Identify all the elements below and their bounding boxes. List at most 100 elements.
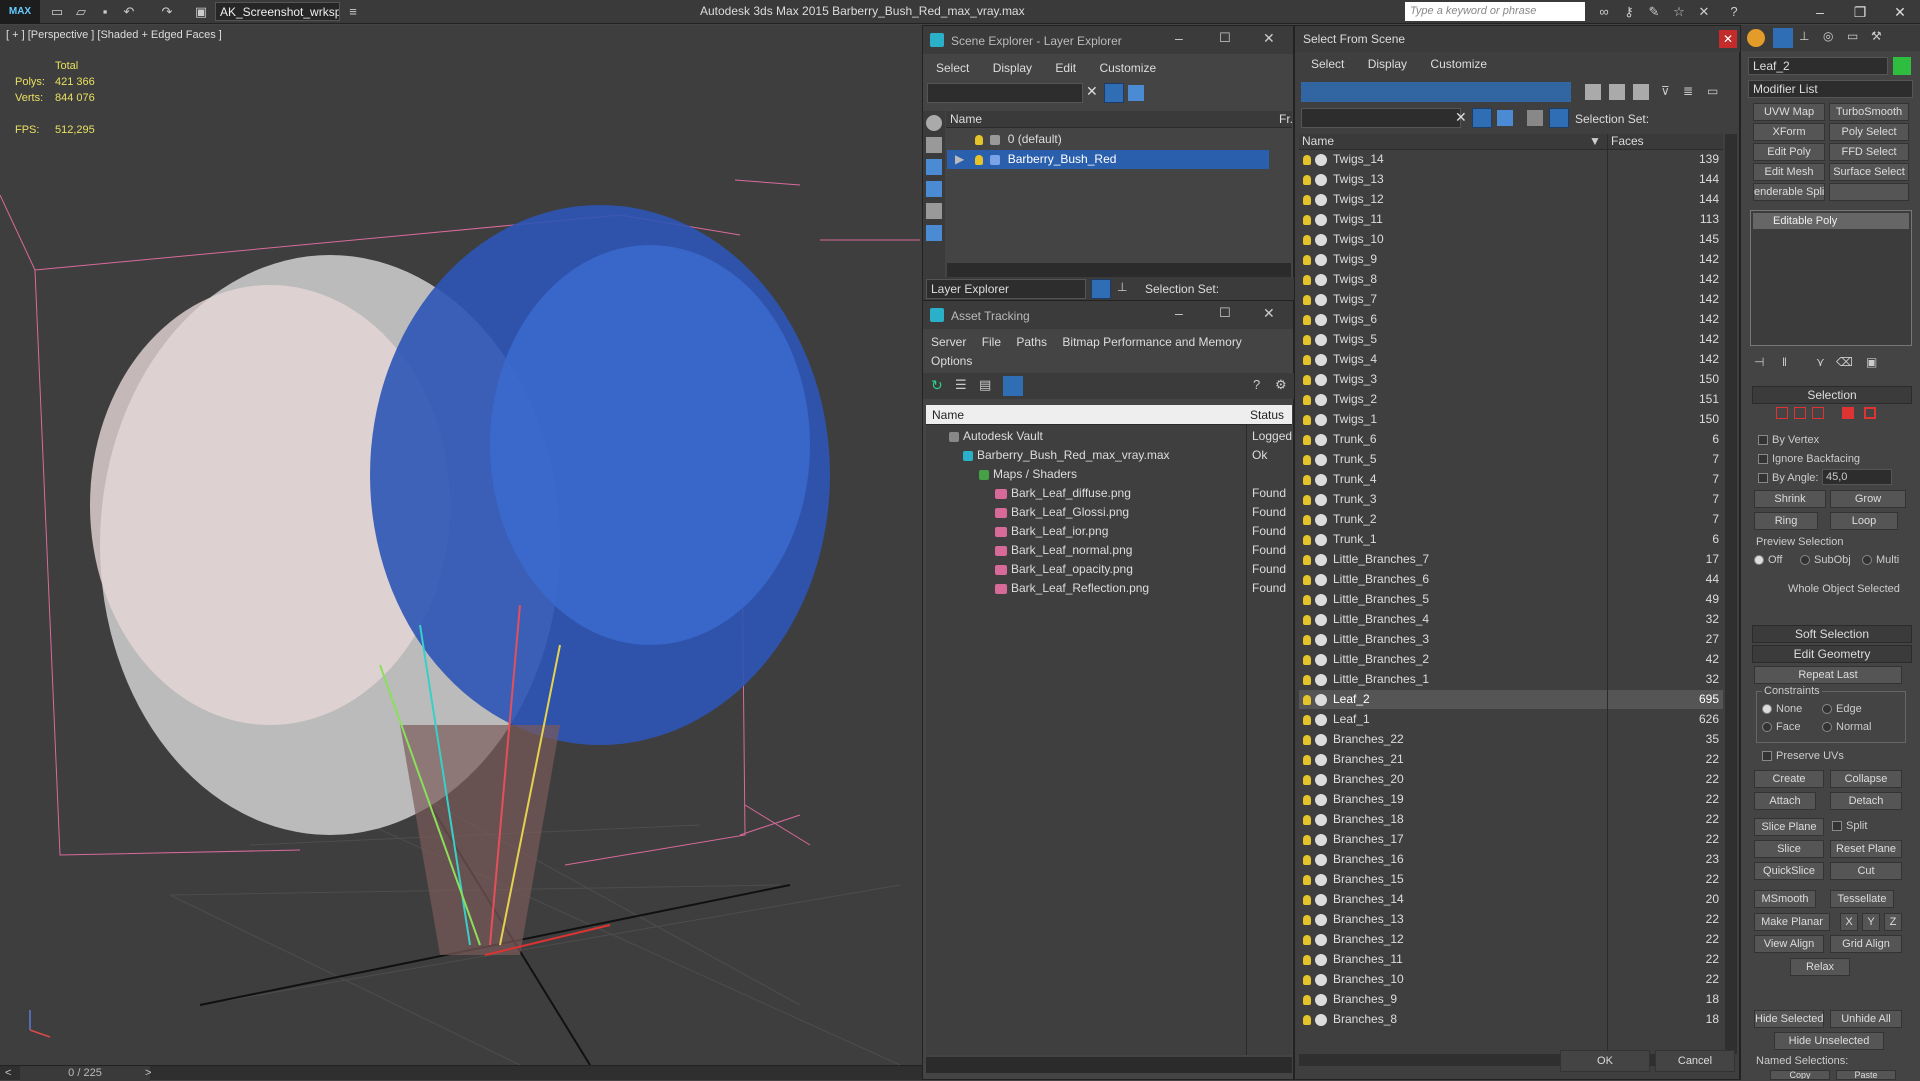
collapse-icon[interactable]: ▭ <box>1707 84 1718 98</box>
col-name[interactable]: Name <box>950 112 982 126</box>
menu-select[interactable]: Select <box>1311 57 1344 71</box>
menu-icon[interactable]: ≡ <box>344 3 362 21</box>
col-status[interactable]: Status <box>1250 405 1284 425</box>
slice-plane-button[interactable]: Slice Plane <box>1754 818 1824 836</box>
create-tab-icon[interactable] <box>1747 29 1765 47</box>
object-row[interactable]: Branches_8 18 <box>1299 1010 1723 1029</box>
light-bulb-icon[interactable] <box>1303 654 1311 665</box>
loop-button[interactable]: Loop <box>1830 512 1898 530</box>
close-icon[interactable]: ✕ <box>1880 2 1920 22</box>
slice-button[interactable]: Slice <box>1754 840 1824 858</box>
soft-selection-rollout[interactable]: Soft Selection <box>1752 625 1912 643</box>
app-logo[interactable]: MAX <box>0 0 40 24</box>
object-row[interactable]: Twigs_4 142 <box>1299 350 1723 369</box>
col-faces[interactable]: Faces <box>1611 134 1644 149</box>
new-file-icon[interactable]: ▭ <box>48 3 66 21</box>
light-bulb-icon[interactable] <box>1303 814 1311 825</box>
object-row[interactable]: Little_Branches_5 49 <box>1299 590 1723 609</box>
filter-icon[interactable]: ⊽ <box>1661 84 1670 98</box>
angle-spinner[interactable]: 45,0 <box>1822 469 1892 485</box>
detach-button[interactable]: Detach <box>1830 792 1902 810</box>
light-bulb-icon[interactable] <box>1303 214 1311 225</box>
remove-modifier-icon[interactable]: ⌫ <box>1836 355 1853 369</box>
light-bulb-icon[interactable] <box>1303 614 1311 625</box>
filter-options-icon[interactable]: ≣ <box>1683 84 1693 98</box>
empty-modifier-button[interactable] <box>1829 183 1909 201</box>
preview-multi-radio[interactable]: Multi <box>1862 554 1899 566</box>
binoculars-icon[interactable]: ∞ <box>1595 3 1613 21</box>
light-bulb-icon[interactable] <box>1303 174 1311 185</box>
light-bulb-icon[interactable] <box>1303 294 1311 305</box>
asset-row[interactable]: Autodesk Vault <box>949 427 1269 446</box>
object-name-field[interactable]: Leaf_2 <box>1748 57 1888 75</box>
wrench-icon[interactable]: ✎ <box>1645 3 1663 21</box>
ffd-select-button[interactable]: FFD Select <box>1829 143 1909 161</box>
object-row[interactable]: Little_Branches_3 27 <box>1299 630 1723 649</box>
object-row[interactable]: Leaf_1 626 <box>1299 710 1723 729</box>
save-icon[interactable]: ▪ <box>96 3 114 21</box>
menu-options[interactable]: Options <box>931 354 972 368</box>
object-row[interactable]: Branches_19 22 <box>1299 790 1723 809</box>
grid-align-button[interactable]: Grid Align <box>1830 935 1902 953</box>
help-icon[interactable]: ? <box>1725 3 1743 21</box>
light-bulb-icon[interactable] <box>1303 374 1311 385</box>
planar-x-button[interactable]: X <box>1840 913 1858 931</box>
constraint-normal-radio[interactable]: Normal <box>1822 721 1871 733</box>
minimize-icon[interactable]: – <box>1175 30 1183 46</box>
table-view-icon[interactable] <box>1003 376 1023 396</box>
planar-z-button[interactable]: Z <box>1884 913 1902 931</box>
renderable-spline-button[interactable]: enderable Splin <box>1753 183 1825 201</box>
star-icon[interactable]: ☆ <box>1670 3 1688 21</box>
light-bulb-icon[interactable] <box>1303 514 1311 525</box>
light-bulb-icon[interactable] <box>1303 914 1311 925</box>
shrink-button[interactable]: Shrink <box>1754 490 1826 508</box>
light-bulb-icon[interactable] <box>1303 794 1311 805</box>
sort-arrow-icon[interactable]: ▼ <box>1589 134 1601 149</box>
menu-server[interactable]: Server <box>931 335 966 349</box>
view-align-button[interactable]: View Align <box>1754 935 1824 953</box>
clear-filter-icon[interactable]: ✕ <box>1455 109 1467 126</box>
object-row[interactable]: Branches_14 20 <box>1299 890 1723 909</box>
maximize-icon[interactable]: ❐ <box>1840 2 1880 22</box>
help-icon[interactable]: ? <box>1253 377 1260 392</box>
border-mode-icon[interactable] <box>1812 407 1824 419</box>
settings-icon[interactable]: ⚙ <box>1275 377 1287 393</box>
menu-paths[interactable]: Paths <box>1016 335 1047 349</box>
light-bulb-icon[interactable] <box>1303 994 1311 1005</box>
polygon-mode-icon[interactable] <box>1842 407 1854 419</box>
object-row[interactable]: Little_Branches_6 44 <box>1299 570 1723 589</box>
object-row[interactable]: Twigs_12 144 <box>1299 190 1723 209</box>
light-bulb-icon[interactable] <box>1303 954 1311 965</box>
object-row[interactable]: Branches_16 23 <box>1299 850 1723 869</box>
collapse-button[interactable]: Collapse <box>1830 770 1902 788</box>
workspace-dropdown[interactable]: AK_Screenshot_wrksp <box>215 2 340 21</box>
preserve-uvs-checkbox[interactable]: Preserve UVs <box>1762 750 1844 762</box>
asset-row[interactable]: Bark_Leaf_ior.png <box>995 522 1255 541</box>
light-bulb-icon[interactable] <box>1303 714 1311 725</box>
copy-button[interactable]: Copy <box>1770 1070 1830 1080</box>
light-bulb-icon[interactable] <box>1303 594 1311 605</box>
edit-mesh-button[interactable]: Edit Mesh <box>1753 163 1825 181</box>
object-row[interactable]: Twigs_3 150 <box>1299 370 1723 389</box>
expand-arrow-icon[interactable]: ▶ <box>955 150 964 169</box>
select-filter-input[interactable] <box>1301 108 1461 128</box>
select-none-icon[interactable] <box>1609 84 1625 100</box>
object-color-swatch[interactable] <box>1893 57 1911 75</box>
light-bulb-icon[interactable] <box>1303 574 1311 585</box>
constraint-face-radio[interactable]: Face <box>1762 721 1800 733</box>
col-name[interactable]: Name <box>1302 134 1334 149</box>
object-row[interactable]: Trunk_3 7 <box>1299 490 1723 509</box>
frame-counter[interactable]: 0 / 225 <box>20 1066 150 1081</box>
tessellate-button[interactable]: Tessellate <box>1830 890 1894 908</box>
object-row[interactable]: Twigs_5 142 <box>1299 330 1723 349</box>
ring-button[interactable]: Ring <box>1754 512 1818 530</box>
clear-filter-icon[interactable]: ✕ <box>1086 83 1098 100</box>
object-row[interactable]: Twigs_11 113 <box>1299 210 1723 229</box>
object-row[interactable]: Branches_17 22 <box>1299 830 1723 849</box>
light-bulb-icon[interactable] <box>1303 754 1311 765</box>
light-bulb-icon[interactable] <box>1303 334 1311 345</box>
object-row[interactable]: Trunk_2 7 <box>1299 510 1723 529</box>
asset-row[interactable]: Bark_Leaf_normal.png <box>995 541 1255 560</box>
minimize-icon[interactable]: – <box>1800 2 1840 22</box>
list-icon[interactable]: ☰ <box>955 377 967 393</box>
